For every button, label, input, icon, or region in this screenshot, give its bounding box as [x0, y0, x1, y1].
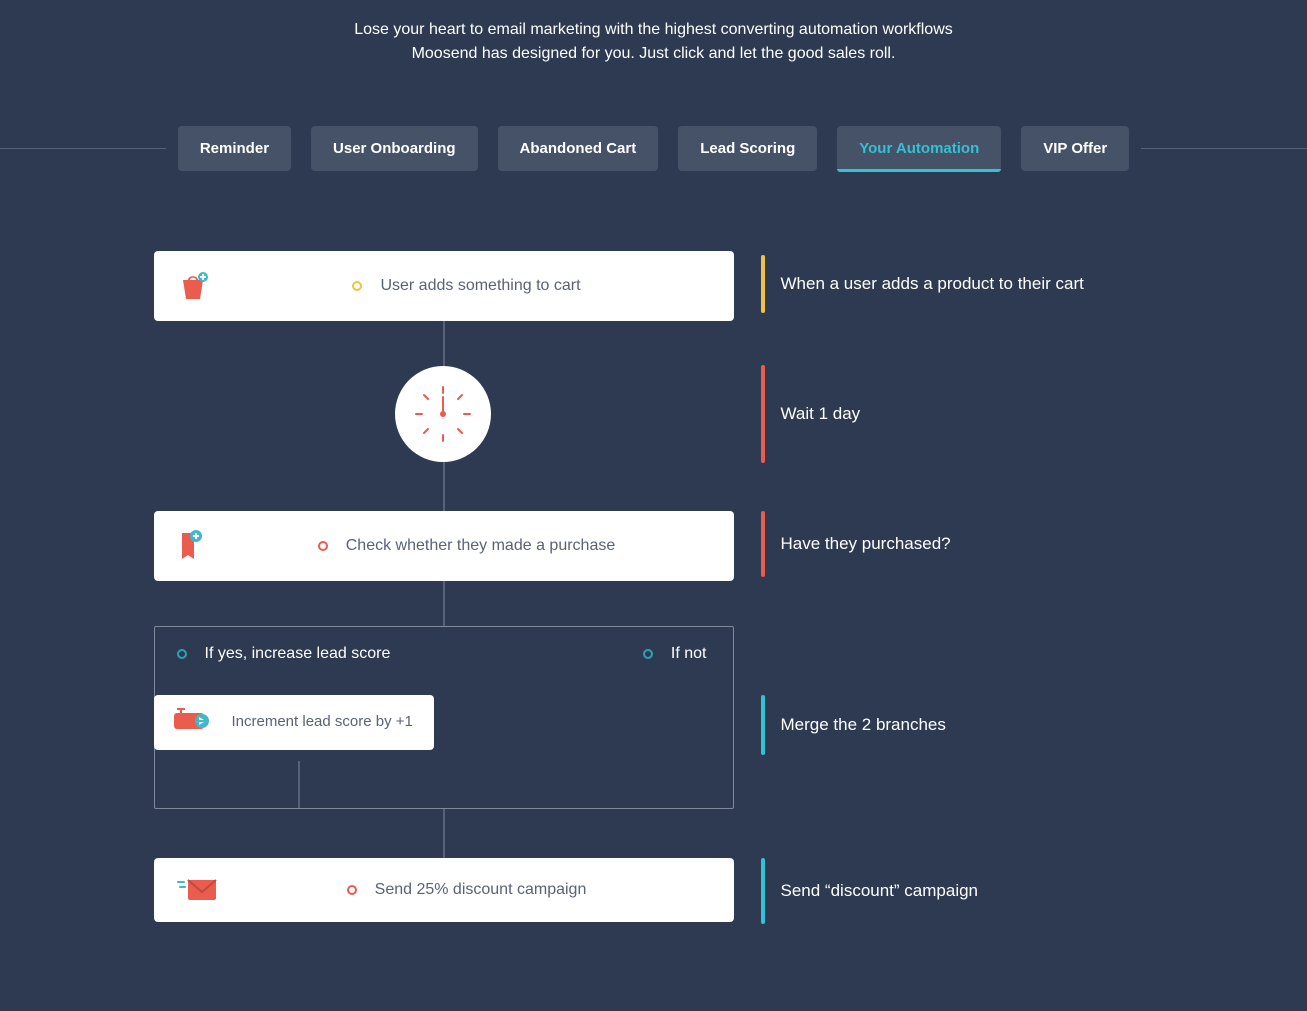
- desc-text: Wait 1 day: [781, 402, 861, 427]
- tab-vip-offer[interactable]: VIP Offer: [1021, 126, 1129, 171]
- branch-yes-label: If yes, increase lead score: [205, 645, 391, 663]
- clock-icon: [408, 379, 478, 449]
- action-dot-icon: [347, 885, 357, 895]
- connector-line: [443, 462, 445, 511]
- desc-item: Have they purchased?: [761, 511, 1121, 577]
- wait-node[interactable]: [395, 366, 491, 462]
- desc-bar: [761, 255, 765, 313]
- connector-line: [443, 317, 445, 366]
- flow-column: User adds something to cart: [154, 251, 734, 1011]
- branch-yes-dot-icon: [177, 649, 187, 659]
- tab-your-automation[interactable]: Your Automation: [837, 126, 1001, 171]
- desc-bar: [761, 858, 765, 924]
- step-label: Send 25% discount campaign: [375, 881, 587, 899]
- branch-container: If yes, increase lead score If not: [154, 626, 734, 809]
- add-to-cart-icon: [176, 269, 222, 303]
- branch-no-label: If not: [671, 645, 707, 663]
- branch-header: If yes, increase lead score If not: [155, 627, 733, 671]
- desc-text: Merge the 2 branches: [781, 713, 946, 738]
- tag-icon: [176, 529, 222, 563]
- step-label: Check whether they made a purchase: [346, 537, 615, 555]
- divider-left: [0, 148, 166, 149]
- divider-right: [1141, 148, 1307, 149]
- desc-item: Wait 1 day: [761, 365, 1121, 463]
- trigger-dot-icon: [352, 281, 362, 291]
- desc-bar: [761, 511, 765, 577]
- desc-text: Send “discount” campaign: [781, 879, 979, 904]
- mini-card-label: Increment lead score by +1: [232, 712, 413, 732]
- connector-line: [443, 577, 445, 626]
- mini-card-increment-score[interactable]: Increment lead score by +1: [154, 695, 434, 750]
- tabs: Reminder User Onboarding Abandoned Cart …: [166, 126, 1141, 171]
- condition-dot-icon: [318, 541, 328, 551]
- connector-line: [443, 809, 445, 858]
- desc-item: When a user adds a product to their cart: [761, 255, 1121, 313]
- tab-abandoned-cart[interactable]: Abandoned Cart: [498, 126, 659, 171]
- step-label: User adds something to cart: [380, 277, 580, 295]
- score-icon: [172, 707, 210, 738]
- tab-user-onboarding[interactable]: User Onboarding: [311, 126, 478, 171]
- step-card-check-purchase[interactable]: Check whether they made a purchase: [154, 511, 734, 581]
- desc-text: When a user adds a product to their cart: [781, 272, 1084, 297]
- tabs-bar: Reminder User Onboarding Abandoned Cart …: [0, 126, 1307, 171]
- send-email-icon: [176, 876, 222, 904]
- desc-text: Have they purchased?: [781, 532, 951, 557]
- desc-item: Merge the 2 branches: [761, 695, 1121, 755]
- workflow-stage: User adds something to cart: [154, 251, 1154, 1011]
- step-card-send-discount[interactable]: Send 25% discount campaign: [154, 858, 734, 922]
- branch-no-dot-icon: [643, 649, 653, 659]
- desc-bar: [761, 365, 765, 463]
- desc-item: Send “discount” campaign: [761, 858, 1121, 924]
- step-card-add-to-cart[interactable]: User adds something to cart: [154, 251, 734, 321]
- desc-bar: [761, 695, 765, 755]
- page-subtitle: Lose your heart to email marketing with …: [344, 0, 964, 66]
- tab-reminder[interactable]: Reminder: [178, 126, 291, 171]
- tab-lead-scoring[interactable]: Lead Scoring: [678, 126, 817, 171]
